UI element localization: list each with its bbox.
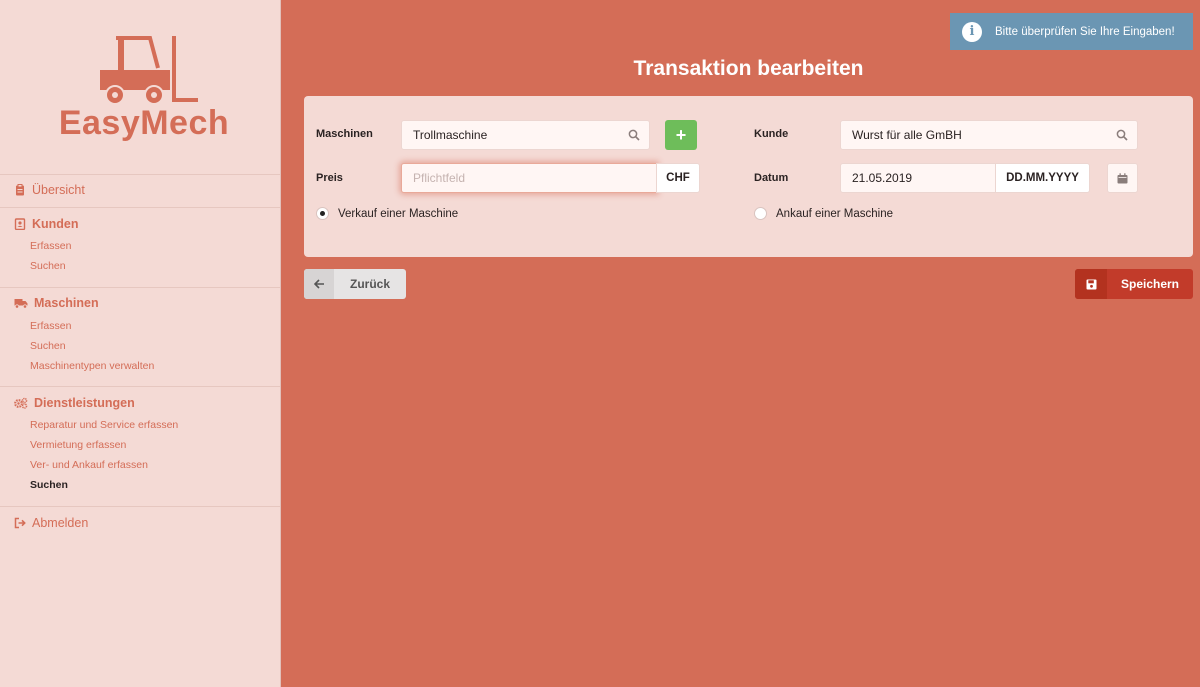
kunde-field[interactable]: Wurst für alle GmBH xyxy=(840,120,1138,150)
datum-input[interactable]: 21.05.2019 xyxy=(840,163,996,193)
arrow-left-icon xyxy=(304,269,334,299)
nav-dienst-suchen[interactable]: Suchen xyxy=(30,479,68,491)
address-book-icon xyxy=(14,218,26,230)
maschinen-field[interactable]: Trollmaschine xyxy=(401,120,650,150)
sign-out-icon xyxy=(14,517,26,529)
nav-ver-ankauf[interactable]: Ver- und Ankauf erfassen xyxy=(30,459,148,471)
transaction-form: Maschinen Trollmaschine + Kunde Wurst fü… xyxy=(304,96,1193,257)
brand-name: EasyMech xyxy=(58,104,230,142)
nav-maschinentypen[interactable]: Maschinentypen verwalten xyxy=(30,360,154,372)
nav-maschinen[interactable]: Maschinen xyxy=(14,296,99,310)
add-machine-button[interactable]: + xyxy=(665,120,697,150)
validation-toast[interactable]: i Bitte überprüfen Sie Ihre Eingaben! xyxy=(950,13,1193,50)
back-label: Zurück xyxy=(349,277,390,291)
date-format-addon: DD.MM.YYYY xyxy=(995,163,1090,193)
toast-message: Bitte überprüfen Sie Ihre Eingaben! xyxy=(995,25,1175,38)
info-icon: i xyxy=(962,21,982,42)
back-button[interactable]: Zurück xyxy=(304,269,406,299)
radio-verkauf[interactable]: Verkauf einer Maschine xyxy=(316,207,458,220)
nav-vermietung[interactable]: Vermietung erfassen xyxy=(30,439,126,451)
nav-kunden-erfassen[interactable]: Erfassen xyxy=(30,240,71,252)
nav-dienstleistungen[interactable]: Dienstleistungen xyxy=(14,396,135,410)
gears-icon xyxy=(14,397,28,409)
nav-dienstleistungen-label: Dienstleistungen xyxy=(34,396,135,410)
nav-logout-label: Abmelden xyxy=(32,516,89,530)
nav-kunden-suchen[interactable]: Suchen xyxy=(30,260,66,272)
divider xyxy=(0,174,280,175)
preis-placeholder: Pflichtfeld xyxy=(413,171,466,185)
easymech-logo[interactable]: EasyMech xyxy=(58,34,230,144)
nav-maschinen-erfassen[interactable]: Erfassen xyxy=(30,320,71,332)
save-button[interactable]: Speichern xyxy=(1075,269,1193,299)
divider xyxy=(0,386,280,387)
search-icon[interactable] xyxy=(1116,129,1128,141)
radio-ankauf-label: Ankauf einer Maschine xyxy=(776,207,893,220)
divider xyxy=(0,287,280,288)
nav-kunden-label: Kunden xyxy=(32,217,79,231)
nav-overview-label: Übersicht xyxy=(32,183,85,197)
forklift-icon xyxy=(100,36,198,105)
nav-overview[interactable]: Übersicht xyxy=(14,183,85,197)
clipboard-icon xyxy=(16,184,24,196)
search-icon[interactable] xyxy=(628,129,640,141)
maschinen-label: Maschinen xyxy=(316,128,373,140)
nav-reparatur-service[interactable]: Reparatur und Service erfassen xyxy=(30,419,178,431)
radio-verkauf-label: Verkauf einer Maschine xyxy=(338,207,459,220)
sidebar: EasyMech Übersicht Kunden Erfassen Suche… xyxy=(0,0,281,687)
datum-value: 21.05.2019 xyxy=(852,171,913,185)
radio-ankauf[interactable]: Ankauf einer Maschine xyxy=(754,207,893,220)
kunde-label: Kunde xyxy=(754,128,789,140)
page-title: Transaktion bearbeiten xyxy=(633,57,864,80)
truck-icon xyxy=(14,299,28,309)
nav-logout[interactable]: Abmelden xyxy=(14,516,88,530)
nav-maschinen-label: Maschinen xyxy=(34,296,99,310)
radio-unchecked-icon xyxy=(754,207,767,220)
datum-label: Datum xyxy=(754,172,789,184)
preis-input[interactable]: Pflichtfeld xyxy=(401,163,657,193)
plus-icon: + xyxy=(675,124,687,145)
divider xyxy=(0,506,280,507)
nav-maschinen-suchen[interactable]: Suchen xyxy=(30,340,66,352)
currency-addon: CHF xyxy=(656,163,700,193)
calendar-icon xyxy=(1117,172,1128,183)
kunde-value: Wurst für alle GmBH xyxy=(852,128,962,142)
divider xyxy=(0,207,280,208)
calendar-button[interactable] xyxy=(1107,163,1138,193)
maschinen-value: Trollmaschine xyxy=(413,128,488,142)
radio-checked-icon xyxy=(316,207,329,220)
preis-label: Preis xyxy=(316,172,343,184)
save-icon xyxy=(1075,269,1107,299)
nav-kunden[interactable]: Kunden xyxy=(14,217,79,231)
save-label: Speichern xyxy=(1120,277,1180,291)
